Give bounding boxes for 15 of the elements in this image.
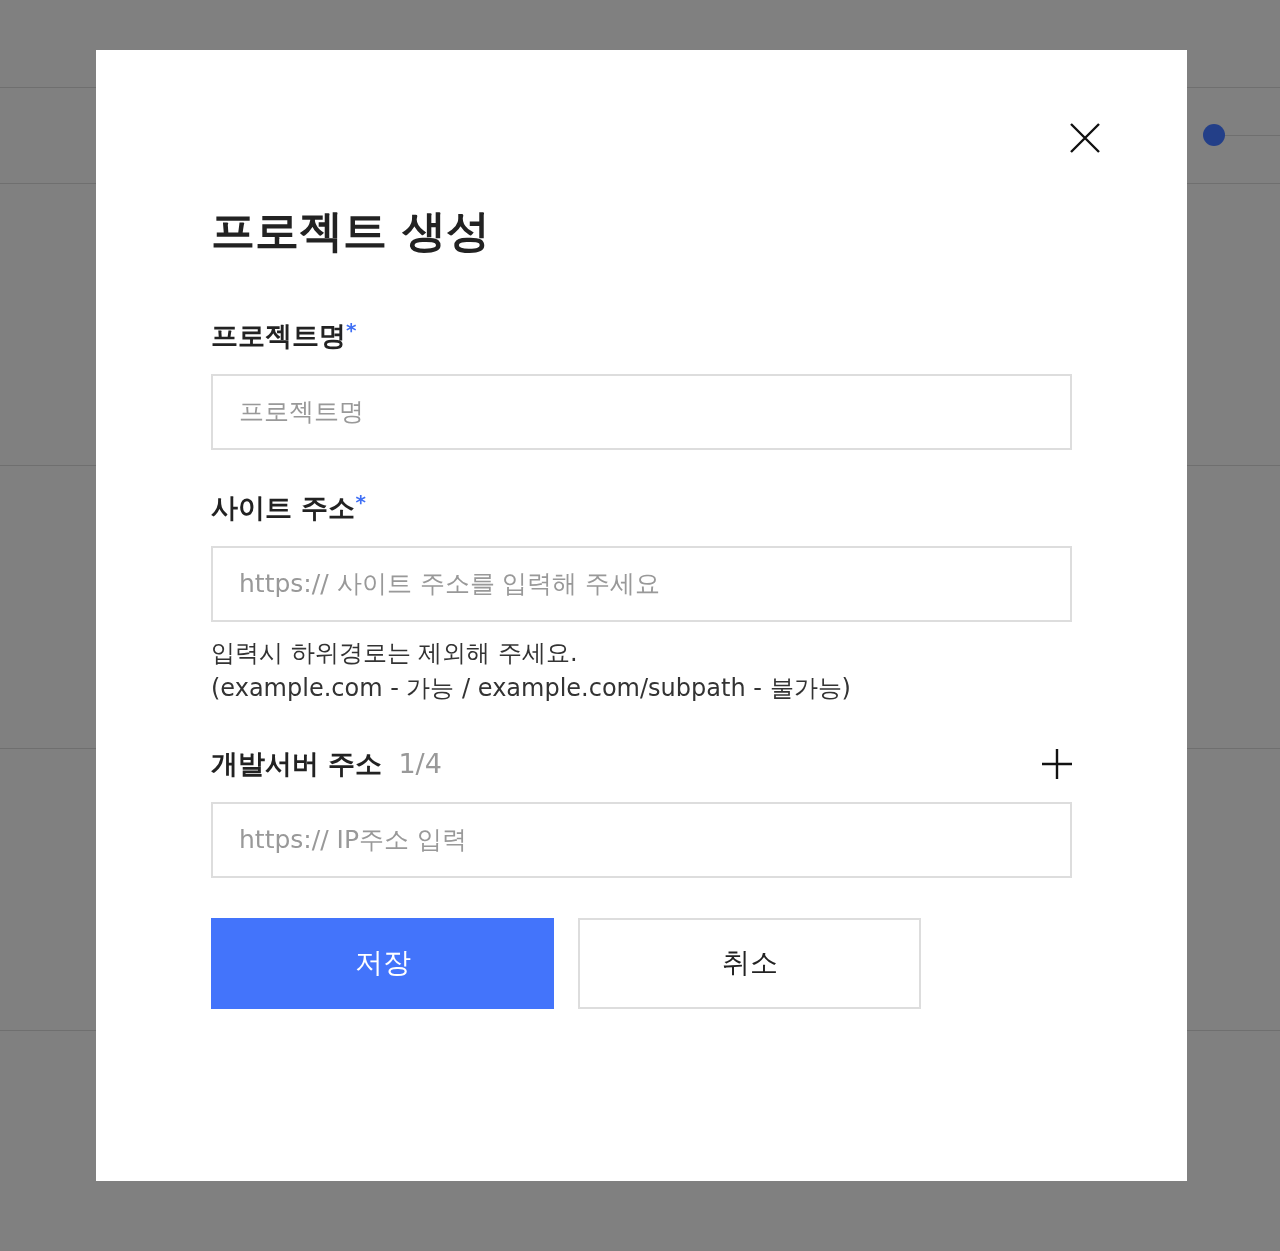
cancel-button[interactable]: 취소 [578, 917, 921, 1009]
dialog-title: 프로젝트 생성 [211, 205, 492, 258]
help-text: 입력시 하위경로는 제외해 주세요. [211, 637, 579, 669]
input-field[interactable]: https:// IP주소 입력 [211, 801, 1072, 878]
field-counter: 1/4 [398, 748, 442, 780]
field-label: 프로젝트명* [211, 317, 357, 353]
input-field[interactable]: 프로젝트명 [211, 373, 1072, 450]
save-button[interactable]: 저장 [211, 917, 554, 1009]
field-label: 사이트 주소* [211, 489, 366, 525]
close-icon[interactable] [1070, 123, 1100, 153]
status-dot-icon [1203, 124, 1225, 146]
help-text: (example.com - 가능 / example.com/subpath - 불가능) [211, 672, 852, 704]
add-icon[interactable] [1042, 748, 1072, 779]
field-label: 개발서버 주소 [211, 746, 383, 781]
input-field[interactable]: https:// 사이트 주소를 입력해 주세요 [211, 545, 1072, 622]
